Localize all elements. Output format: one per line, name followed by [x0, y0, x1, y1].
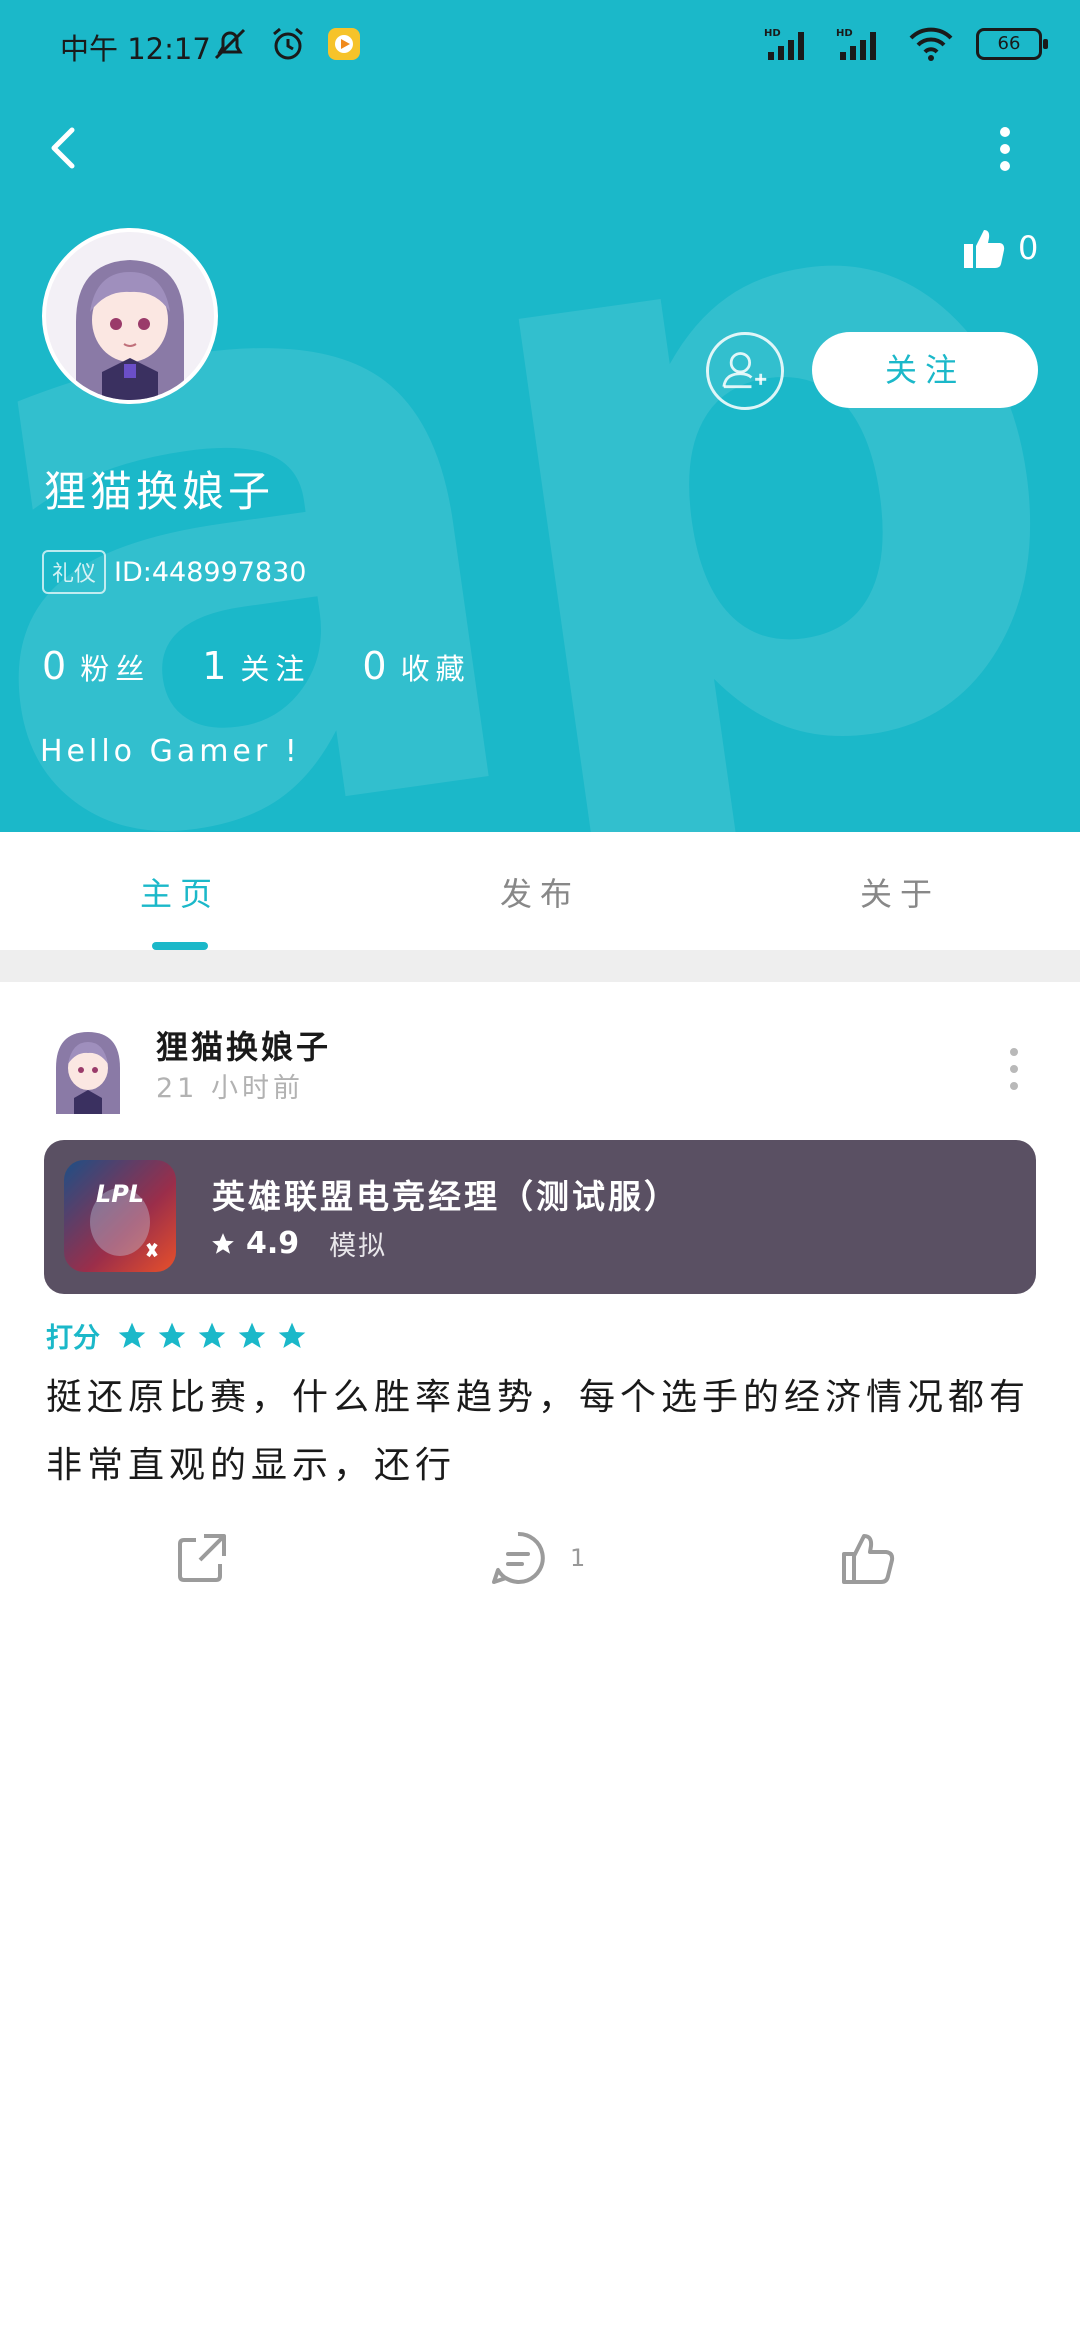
status-icons-right: HD HD 66 [764, 26, 1048, 62]
wifi-icon [909, 27, 953, 61]
section-divider [0, 950, 1080, 982]
star-icon [212, 1232, 234, 1254]
post-rating-row: 打分 [46, 1316, 308, 1355]
svg-text:HD: HD [836, 28, 853, 39]
game-meta: 4.9 模拟 [210, 1224, 387, 1263]
post-body-text: 挺还原比赛，什么胜率趋势，每个选手的经济情况都有非常直观的显示，还行 [46, 1377, 1031, 1486]
stat-following[interactable]: 1 关注 [202, 644, 310, 688]
game-icon: LPL [64, 1160, 176, 1272]
svg-text:HD: HD [764, 28, 781, 39]
game-card[interactable]: LPL 英雄联盟电竞经理（测试服） 4.9 模拟 [44, 1140, 1036, 1294]
comment-count: 1 [570, 1544, 586, 1572]
stat-number: 1 [202, 644, 227, 688]
profile-header: ap 中午 12:17 HD HD 66 0 关注 狸猫换娘子 礼仪 ID:44… [0, 0, 1080, 832]
game-icon-image: LPL [64, 1160, 176, 1272]
star-icon [198, 1322, 226, 1348]
follow-button[interactable]: 关注 [812, 332, 1038, 408]
thumbs-up-icon [964, 230, 1005, 268]
star-icon [158, 1322, 186, 1348]
status-bar: 中午 12:17 HD HD 66 [0, 0, 1080, 90]
like-count-value: 0 [1018, 229, 1039, 267]
tab-home[interactable]: 主页 [0, 832, 360, 950]
profile-bio: Hello Gamer ! [40, 734, 301, 769]
status-time: 中午 12:17 [60, 32, 211, 66]
share-icon [178, 1534, 226, 1582]
game-rating: 4.9 [246, 1226, 300, 1261]
comment-button[interactable]: 1 [488, 1528, 585, 1588]
thumbs-up-outline-icon [842, 1534, 895, 1584]
rating-label: 打分 [46, 1323, 100, 1354]
tab-about[interactable]: 关于 [720, 832, 1080, 950]
profile-stats: 0 粉丝 1 关注 0 收藏 [42, 644, 471, 688]
game-genre: 模拟 [329, 1231, 388, 1262]
profile-tag-row: 礼仪 ID:448997830 [42, 550, 306, 594]
status-icons-left [210, 24, 362, 64]
post-timestamp: 21 小时前 [156, 1073, 304, 1104]
stat-label: 收藏 [400, 652, 471, 686]
avatar-image [46, 232, 214, 400]
post-actions: 1 [0, 1528, 1080, 1598]
comment-icon [492, 1531, 545, 1584]
stat-favorites[interactable]: 0 收藏 [362, 644, 470, 688]
game-title: 英雄联盟电竞经理（测试服） [212, 1177, 680, 1216]
post-more-icon[interactable] [1004, 1044, 1024, 1094]
post-avatar[interactable] [48, 1022, 128, 1114]
post-avatar-image [48, 1022, 128, 1114]
profile-username: 狸猫换娘子 [44, 467, 275, 516]
profile-like-count[interactable]: 0 [962, 226, 1038, 270]
tab-indicator [152, 942, 208, 950]
stat-label: 关注 [240, 652, 311, 686]
more-options-icon[interactable] [990, 124, 1020, 174]
stat-label: 粉丝 [80, 652, 151, 686]
tab-posts[interactable]: 发布 [360, 832, 720, 950]
back-icon[interactable] [36, 118, 96, 178]
stat-fans[interactable]: 0 粉丝 [42, 644, 150, 688]
battery-indicator: 66 [976, 28, 1048, 60]
stat-number: 0 [42, 644, 67, 688]
post-username[interactable]: 狸猫换娘子 [156, 1022, 331, 1068]
stat-number: 0 [362, 644, 387, 688]
alarm-icon [273, 27, 303, 60]
bell-muted-icon [214, 28, 246, 60]
profile-tag: 礼仪 [42, 550, 107, 594]
avatar[interactable] [42, 228, 218, 404]
star-icon [278, 1322, 306, 1348]
signal-hd-icon-2: HD [836, 28, 876, 60]
share-button[interactable] [172, 1528, 232, 1588]
star-icon [238, 1322, 266, 1348]
like-button[interactable] [838, 1528, 898, 1588]
app-notification-icon [328, 28, 360, 60]
signal-hd-icon: HD [764, 28, 804, 60]
game-icon-text: LPL [96, 1180, 144, 1208]
profile-tabs: 主页 发布 关于 [0, 832, 1080, 950]
star-icon [118, 1322, 146, 1348]
profile-id: ID:448997830 [114, 556, 307, 588]
add-friend-icon[interactable] [706, 332, 784, 410]
watermark-logo: ap [0, 0, 1080, 832]
